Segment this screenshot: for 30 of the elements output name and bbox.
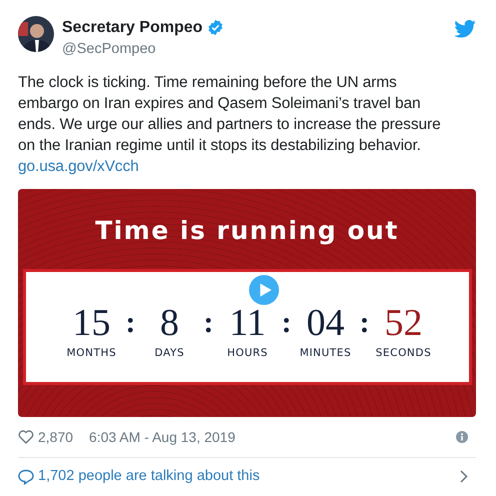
countdown-value: 8: [159, 308, 180, 338]
chevron-right-icon[interactable]: [460, 470, 468, 483]
countdown-value: 11: [228, 308, 267, 338]
colon-separator: :: [358, 308, 370, 338]
avatar: [18, 16, 54, 52]
countdown-value: 04: [306, 308, 346, 338]
countdown-graphic[interactable]: Time is running out 15 MONTHS : 8 DAYS : 11 HOURS : 04 MINUTES : 52 SECONDS: [18, 189, 476, 417]
account-name[interactable]: Secretary Pompeo: [62, 18, 203, 38]
tweet-timestamp[interactable]: 6:03 AM - Aug 13, 2019: [89, 426, 236, 448]
info-icon[interactable]: [456, 431, 468, 443]
countdown-unit: MINUTES: [298, 346, 352, 361]
countdown-value: 52: [384, 308, 424, 338]
heart-icon[interactable]: [18, 430, 34, 444]
countdown-value: 15: [72, 308, 112, 338]
graphic-title: Time is running out: [94, 215, 400, 247]
colon-separator: :: [280, 308, 292, 338]
comment-icon[interactable]: [18, 468, 34, 484]
tweet-text: The clock is ticking. Time remaining before the UN arms embargo on Iran expires and Qasem Soleimani’s travel ban ends. We urge our allies and partners to increase the pressure on the Iranian regime until it stops its destabilizing behavior.: [18, 74, 441, 154]
like-count[interactable]: 2,870: [38, 426, 74, 448]
countdown-unit: DAYS: [154, 346, 186, 361]
colon-separator: :: [124, 308, 136, 338]
countdown-unit: HOURS: [226, 346, 269, 361]
bird-icon[interactable]: [454, 20, 476, 38]
play-icon[interactable]: [249, 275, 279, 305]
countdown-unit: MONTHS: [66, 346, 118, 361]
countdown-unit: SECONDS: [374, 346, 432, 361]
account-handle[interactable]: @SecPompeo: [62, 40, 454, 58]
colon-separator: :: [202, 308, 214, 338]
tweet-link[interactable]: go.usa.gov/xVcch: [18, 158, 139, 175]
conversation-link[interactable]: 1,702 people are talking about this: [38, 466, 260, 488]
